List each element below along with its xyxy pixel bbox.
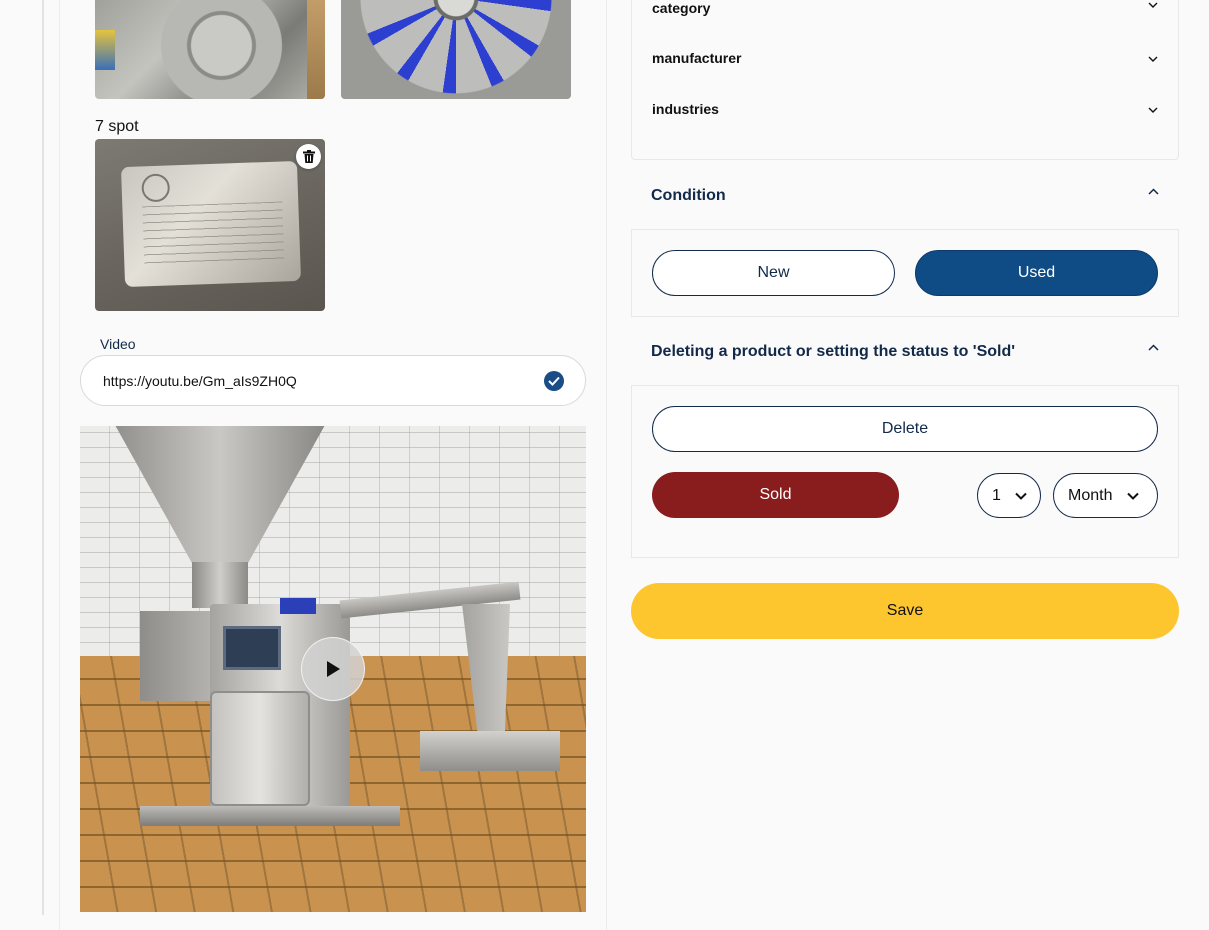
- chevron-down-icon: [1148, 2, 1158, 8]
- trash-icon: [302, 150, 315, 163]
- manufacturer-label: manufacturer: [652, 50, 742, 66]
- chevron-up-icon: [1148, 188, 1159, 195]
- condition-section-header[interactable]: Condition: [631, 164, 1179, 230]
- product-photo-1[interactable]: [95, 0, 325, 99]
- chevron-down-icon: [1148, 56, 1158, 62]
- video-url-value[interactable]: https://youtu.be/Gm_aIs9ZH0Q: [103, 373, 297, 389]
- manufacturer-select[interactable]: manufacturer: [652, 50, 1158, 70]
- product-photo-7[interactable]: [95, 139, 325, 311]
- chevron-up-icon: [1148, 344, 1159, 351]
- condition-new-button[interactable]: New: [652, 250, 895, 296]
- video-frame-sidepanel: [140, 611, 220, 701]
- filters-card: [631, 0, 1179, 160]
- delete-photo-button[interactable]: [296, 144, 321, 169]
- video-frame-hopper: [110, 426, 330, 566]
- duration-value-select[interactable]: 1: [977, 473, 1041, 518]
- photo-spot-label: 7 spot: [95, 118, 139, 135]
- left-rail: [42, 0, 44, 915]
- video-frame-screen: [223, 626, 281, 670]
- category-label: category: [652, 0, 711, 16]
- nameplate-image: [120, 160, 302, 288]
- video-field-label: Video: [100, 336, 136, 352]
- video-frame-neck: [192, 562, 248, 608]
- condition-used-button[interactable]: Used: [915, 250, 1158, 296]
- play-video-button[interactable]: [301, 637, 365, 701]
- save-button[interactable]: Save: [631, 583, 1179, 639]
- play-icon: [327, 661, 340, 677]
- chevron-down-icon: [1127, 492, 1139, 500]
- industries-label: industries: [652, 101, 719, 117]
- chevron-down-icon: [1148, 107, 1158, 113]
- chevron-down-icon: [1015, 492, 1027, 500]
- duration-unit: Month: [1068, 486, 1113, 504]
- industries-select[interactable]: industries: [652, 101, 1158, 121]
- sold-button[interactable]: Sold: [652, 472, 899, 518]
- video-frame-tray: [420, 731, 560, 771]
- category-select[interactable]: category: [652, 0, 1158, 20]
- video-frame-blue-box: [280, 598, 316, 614]
- delete-button[interactable]: Delete: [652, 406, 1158, 452]
- video-frame-base: [140, 806, 400, 826]
- check-icon: [544, 371, 564, 391]
- product-photo-2[interactable]: [341, 0, 571, 99]
- video-url-input[interactable]: https://youtu.be/Gm_aIs9ZH0Q: [80, 355, 586, 406]
- duration-unit-select[interactable]: Month: [1053, 473, 1158, 518]
- video-frame-door: [210, 691, 310, 806]
- status-section-title: Deleting a product or setting the status…: [651, 343, 1016, 360]
- status-section-header[interactable]: Deleting a product or setting the status…: [631, 320, 1179, 386]
- duration-value: 1: [992, 486, 1001, 504]
- condition-title: Condition: [651, 187, 726, 204]
